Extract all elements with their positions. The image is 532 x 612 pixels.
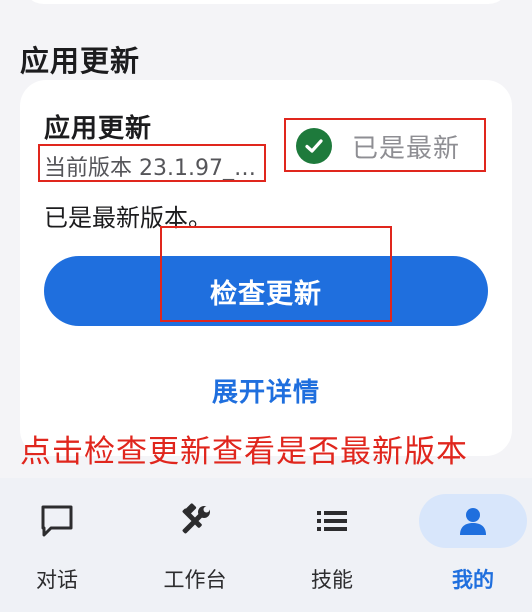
latest-version-message: 已是最新版本。: [44, 204, 212, 232]
tools-icon: [141, 494, 249, 548]
check-circle-icon: [296, 128, 332, 164]
previous-card-edge: [22, 0, 510, 4]
check-update-button[interactable]: 检查更新: [44, 256, 488, 326]
current-version-text: 当前版本 23.1.97_p...: [44, 156, 266, 181]
nav-label-chat: 对话: [36, 568, 78, 592]
nav-item-skills[interactable]: 技能: [272, 494, 392, 604]
section-title: 应用更新: [20, 44, 141, 78]
nav-item-chat[interactable]: 对话: [0, 494, 117, 604]
nav-label-workbench: 工作台: [163, 568, 227, 592]
status-label: 已是最新: [352, 133, 461, 164]
nav-item-mine[interactable]: 我的: [413, 494, 532, 604]
nav-label-mine: 我的: [452, 568, 494, 592]
bottom-nav: 对话 工作台 技能 我的: [0, 478, 532, 612]
nav-item-workbench[interactable]: 工作台: [135, 494, 255, 604]
annotation-text: 点击检查更新查看是否最新版本: [20, 434, 468, 470]
nav-label-skills: 技能: [311, 568, 353, 592]
check-update-button-label: 检查更新: [210, 278, 322, 309]
expand-details-link[interactable]: 展开详情: [0, 372, 532, 409]
person-icon: [419, 494, 527, 548]
up-to-date-status: 已是最新: [296, 126, 460, 166]
chat-bubble-icon: [3, 494, 111, 548]
card-title: 应用更新: [44, 114, 153, 144]
list-icon: [278, 494, 386, 548]
